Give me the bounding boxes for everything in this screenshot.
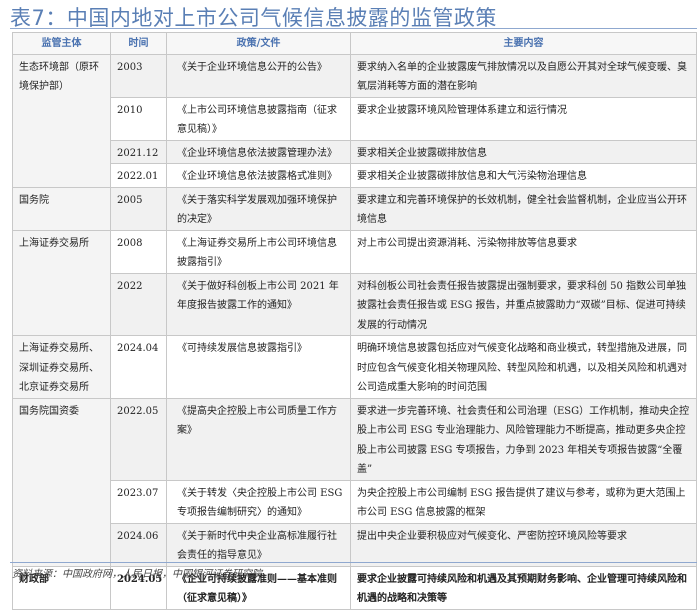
table-row: 2010 《上市公司环境信息披露指南（征求意见稿）》 要求企业披露环境风险管理体系建… bbox=[13, 96, 697, 141]
table-row: 上海证券交易所 2008 《上海证券交易所上市公司环境信息披露指引》 对上市公司提出资… bbox=[12, 229, 697, 336]
table-row: 2022.01 《企业环境信息依法披露格式准则》 要求相关企业披露碳排放信息和大气污… bbox=[13, 163, 697, 188]
time-cell: 2008 bbox=[110, 229, 167, 274]
content-cell: 要求进一步完善环境、社会责任和公司治理（ESG）工作机制，推动央企控股上市公司 … bbox=[350, 397, 697, 481]
time-cell: 2023.07 bbox=[110, 479, 167, 524]
content-cell: 提出中央企业要积极应对气候变化、严密防控环境风险等要求 bbox=[350, 522, 697, 567]
table-row: 国务院国资委 2022.05 《提高央企控股上市公司质量工作方案》 要求进一步完善环境… bbox=[12, 397, 697, 567]
content-cell: 要求企业披露可持续风险和机遇及其预期财务影响、企业管理可持续风险和机遇的战略和决… bbox=[350, 565, 697, 610]
document-cell: 《上市公司环境信息披露指南（征求意见稿）》 bbox=[166, 96, 351, 141]
agency-cell: 国务院 bbox=[12, 186, 111, 231]
header-row: 监管主体 时间 政策/文件 主要内容 bbox=[12, 32, 697, 55]
table-row: 国务院 2005 《关于落实科学发展观加强环境保护的决定》 要求建立和完善环境保护的长… bbox=[12, 186, 697, 231]
policy-table: 监管主体 时间 政策/文件 主要内容 生态环境部（原环境保护部） 2003 《关于企… bbox=[12, 32, 697, 610]
time-cell: 2022 bbox=[110, 272, 167, 336]
bottom-divider bbox=[10, 562, 697, 563]
content-cell: 要求相关企业披露碳排放信息和大气污染物治理信息 bbox=[350, 163, 697, 188]
document-cell: 《可持续发展信息披露指引》 bbox=[166, 335, 351, 399]
time-cell: 2022.01 bbox=[110, 163, 167, 188]
document-cell: 《提高央企控股上市公司质量工作方案》 bbox=[166, 397, 351, 481]
table-row: 2023.07 《关于转发〈央企控股上市公司 ESG 专项报告编制研究〉的通知》为… bbox=[13, 479, 697, 524]
document-cell: 《企业环境信息依法披露管理办法》 bbox=[166, 139, 351, 164]
content-cell: 对上市公司提出资源消耗、污染物排放等信息要求 bbox=[350, 229, 697, 274]
time-cell: 2021.12 bbox=[110, 139, 167, 164]
time-cell: 2024.06 bbox=[110, 522, 167, 567]
content-cell: 要求建立和完善环境保护的长效机制，健全社会监督机制，企业应当公开环境信息 bbox=[350, 186, 697, 231]
document-cell: 《关于做好科创板上市公司 2021 年年度报告披露工作的通知》 bbox=[166, 272, 351, 336]
time-cell: 2005 bbox=[110, 186, 167, 231]
table-row: 2021.12 《企业环境信息依法披露管理办法》 要求相关企业披露碳排放信息 bbox=[13, 139, 697, 164]
time-cell: 2022.05 bbox=[110, 397, 167, 481]
document-cell: 《关于转发〈央企控股上市公司 ESG 专项报告编制研究〉的通知》 bbox=[166, 479, 351, 524]
content-cell: 要求企业披露环境风险管理体系建立和运行情况 bbox=[350, 96, 697, 141]
document-cell: 《关于新时代中央企业高标准履行社会责任的指导意见》 bbox=[166, 522, 351, 567]
document-cell: 《上海证券交易所上市公司环境信息披露指引》 bbox=[166, 229, 351, 274]
table-row: 2022 《关于做好科创板上市公司 2021 年年度报告披露工作的通知》 对科创板公… bbox=[13, 272, 697, 336]
content-cell: 要求相关企业披露碳排放信息 bbox=[350, 139, 697, 164]
content-cell: 要求纳入名单的企业披露废气排放情况以及自愿公开其对全球气候变暖、臭氧层消耗等方面… bbox=[350, 53, 697, 98]
document-cell: 《关于落实科学发展观加强环境保护的决定》 bbox=[166, 186, 351, 231]
source-note: 资料来源：中国政府网，人民日报，中国银河证券研究院 bbox=[12, 569, 262, 580]
document-cell: 《企业环境信息依法披露格式准则》 bbox=[166, 163, 351, 188]
agency-cell: 上海证券交易所、深圳证券交易所、北京证券交易所 bbox=[12, 335, 111, 399]
agency-cell: 国务院国资委 bbox=[12, 397, 111, 567]
table-row: 上海证券交易所、深圳证券交易所、北京证券交易所 2024.04 《可持续发展信息披露… bbox=[12, 335, 697, 399]
header-document: 政策/文件 bbox=[166, 32, 351, 55]
time-cell: 2010 bbox=[110, 96, 167, 141]
table-row: 生态环境部（原环境保护部） 2003 《关于企业环境信息公开的公告》 要求纳入名单的企… bbox=[12, 53, 697, 188]
time-cell: 2024.04 bbox=[110, 335, 167, 399]
table-row: 2024.06 《关于新时代中央企业高标准履行社会责任的指导意见》 提出中央企业要积… bbox=[13, 522, 697, 567]
agency-cell: 上海证券交易所 bbox=[12, 229, 111, 336]
title-divider bbox=[10, 28, 697, 29]
time-cell: 2003 bbox=[110, 53, 167, 98]
header-agency: 监管主体 bbox=[12, 32, 111, 55]
header-content: 主要内容 bbox=[350, 32, 697, 55]
document-cell: 《关于企业环境信息公开的公告》 bbox=[166, 53, 351, 98]
content-cell: 对科创板公司社会责任报告披露提出强制要求，要求科创 50 指数公司单独披露社会责… bbox=[350, 272, 697, 336]
agency-cell: 生态环境部（原环境保护部） bbox=[12, 53, 111, 188]
content-cell: 为央企控股上市公司编制 ESG 报告提供了建议与参考，或称为更大范围上市公司 E… bbox=[350, 479, 697, 524]
header-time: 时间 bbox=[110, 32, 167, 55]
content-cell: 明确环境信息披露包括应对气候变化战略和商业模式，转型措施及进展，同时应包含气候变… bbox=[350, 335, 697, 399]
